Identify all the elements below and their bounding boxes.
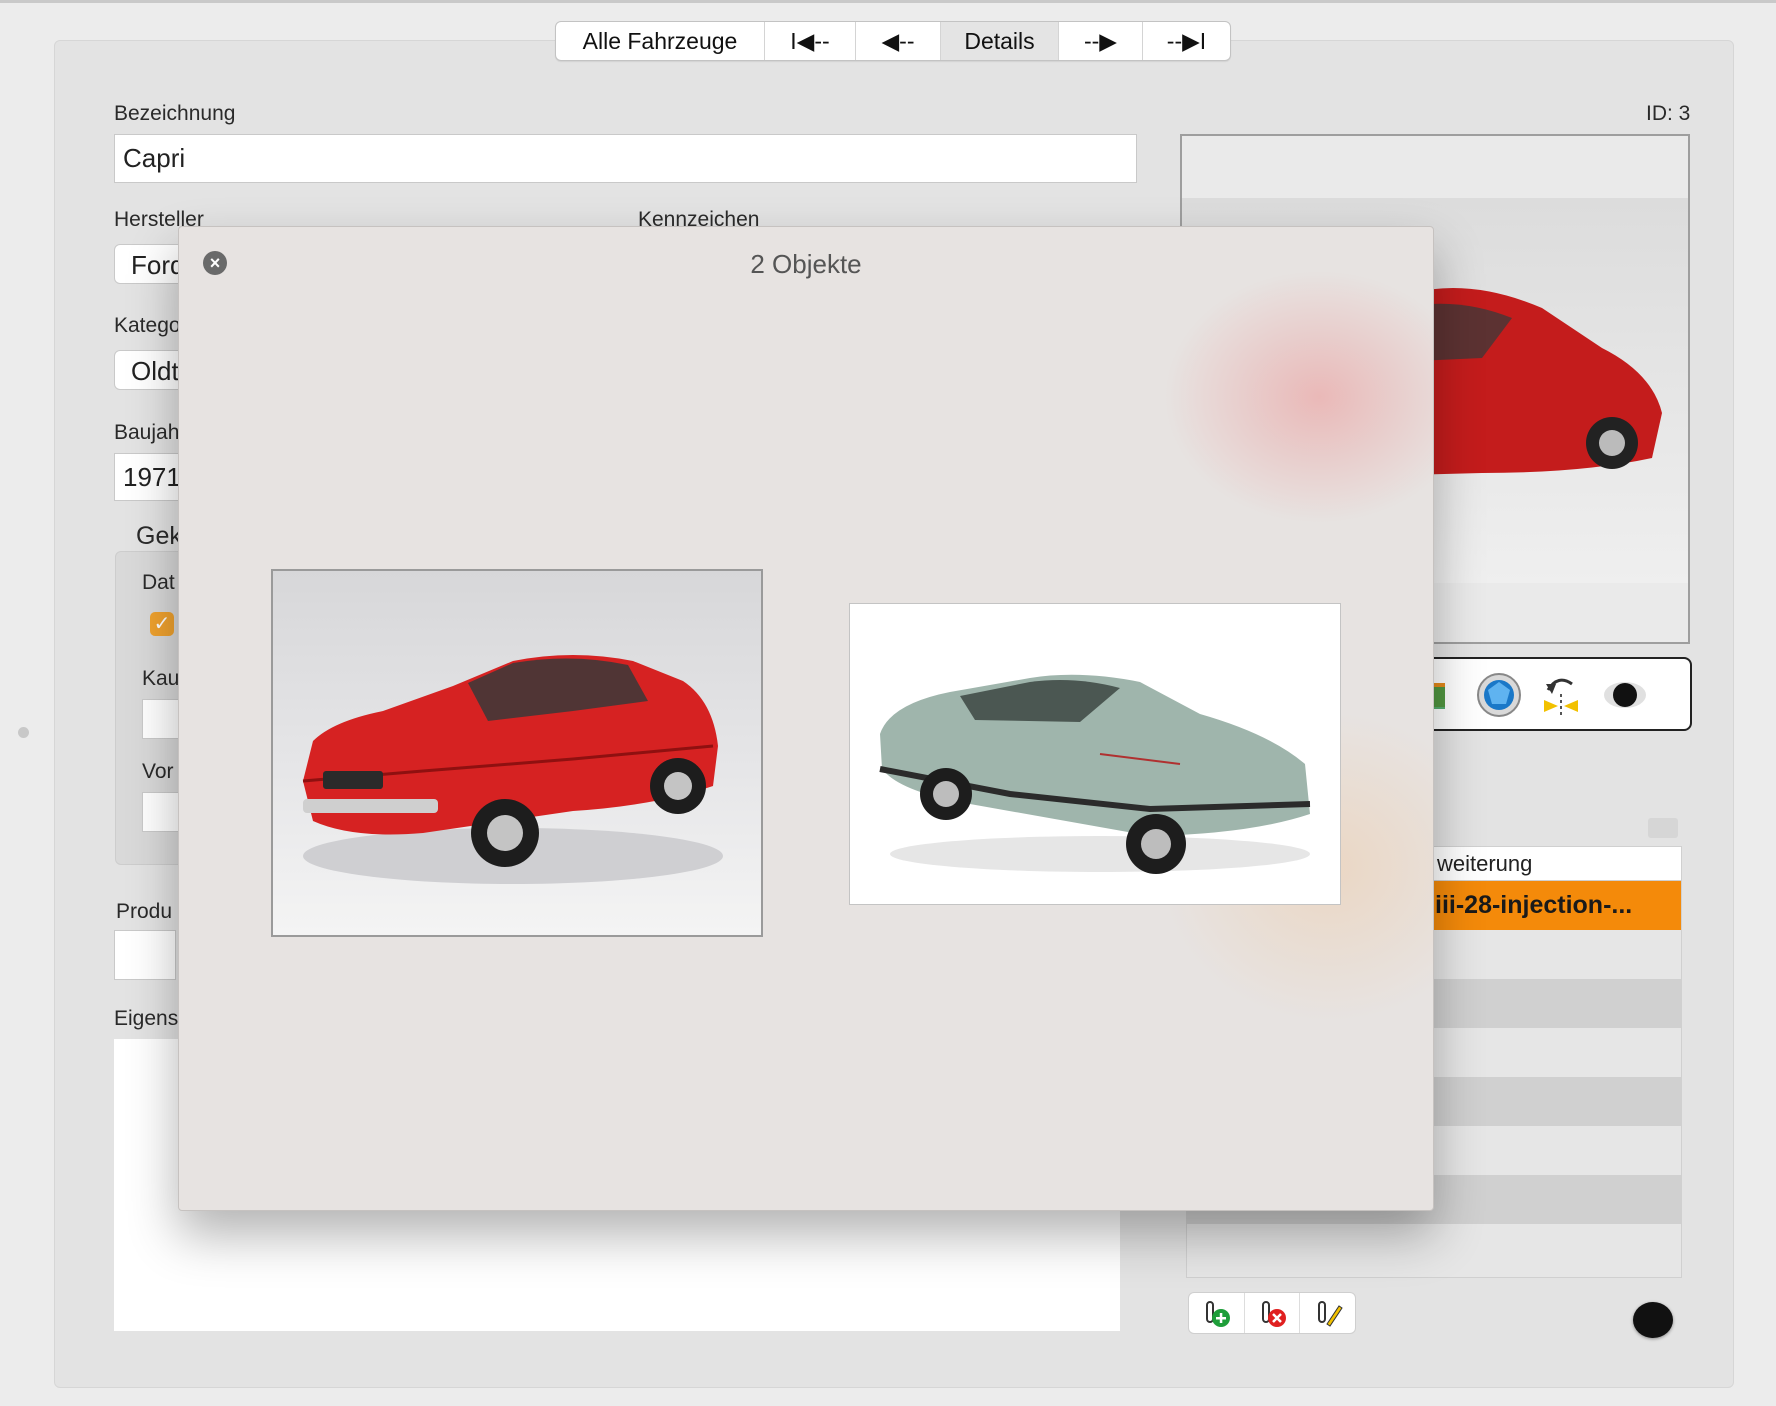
add-attachment-icon[interactable] bbox=[1189, 1293, 1245, 1333]
bezeichnung-label: Bezeichnung bbox=[114, 102, 236, 125]
all-vehicles-button[interactable]: Alle Fahrzeuge bbox=[556, 22, 765, 60]
eye-icon[interactable] bbox=[1602, 672, 1648, 718]
details-button[interactable]: Details bbox=[941, 22, 1059, 60]
kategorie-label: Katego bbox=[114, 314, 181, 337]
bezeichnung-field[interactable]: Capri bbox=[114, 134, 1137, 183]
vor-label: Vor bbox=[142, 760, 174, 783]
overlay-title: 2 Objekte bbox=[750, 249, 862, 279]
produ-field[interactable] bbox=[114, 930, 176, 980]
side-dot bbox=[18, 727, 29, 738]
baujahr-label: Baujah bbox=[114, 421, 180, 444]
eigens-label: Eigens bbox=[114, 1007, 179, 1030]
quick-look-overlay: × 2 Objekte bbox=[178, 226, 1434, 1211]
green-car-thumbnail[interactable] bbox=[849, 603, 1341, 905]
list-scroll-indicator[interactable] bbox=[1648, 818, 1678, 838]
next-record-button[interactable]: --▶ bbox=[1059, 22, 1143, 60]
flip-icon[interactable] bbox=[1538, 672, 1584, 718]
first-record-button[interactable]: I◀-- bbox=[765, 22, 856, 60]
last-record-button[interactable]: --▶I bbox=[1143, 22, 1230, 60]
checkbox[interactable]: ✓ bbox=[150, 612, 174, 636]
dat-label: Dat bbox=[142, 571, 175, 594]
red-car-thumbnail[interactable] bbox=[271, 569, 763, 937]
produ-label: Produ bbox=[116, 900, 173, 923]
window-top-border bbox=[0, 0, 1776, 3]
aperture-icon[interactable] bbox=[1476, 672, 1522, 718]
preview-eye-icon[interactable] bbox=[1633, 1302, 1673, 1338]
record-id-label: ID: 3 bbox=[1646, 102, 1691, 125]
attachment-buttons bbox=[1188, 1292, 1356, 1334]
group-title: Gek bbox=[136, 522, 182, 550]
previous-record-button[interactable]: ◀-- bbox=[856, 22, 941, 60]
kau-label: Kau bbox=[142, 667, 180, 690]
edit-attachment-icon[interactable] bbox=[1300, 1293, 1355, 1333]
navigation-segmented-control: Alle Fahrzeuge I◀-- ◀-- Details --▶ --▶I bbox=[555, 21, 1231, 61]
remove-attachment-icon[interactable] bbox=[1245, 1293, 1301, 1333]
